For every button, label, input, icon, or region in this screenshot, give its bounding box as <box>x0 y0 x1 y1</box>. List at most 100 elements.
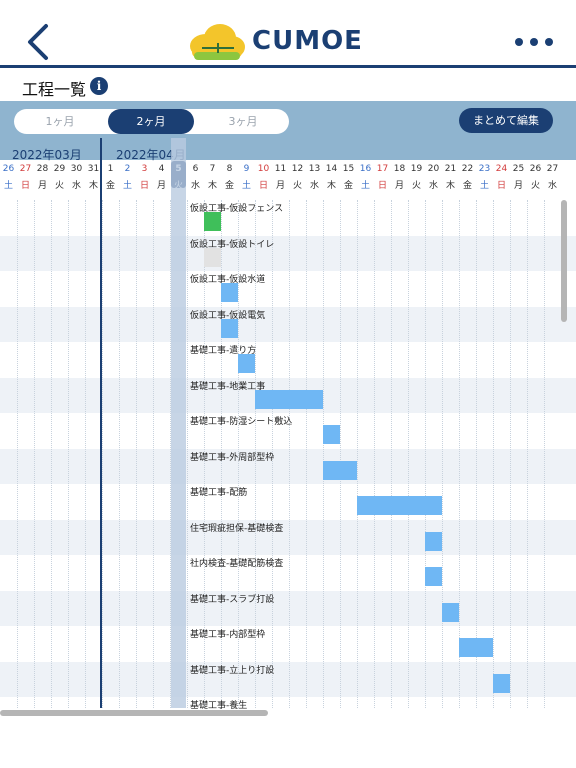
task-bar[interactable] <box>323 460 357 480</box>
task-bar[interactable] <box>204 247 221 267</box>
day-number: 30 <box>70 164 83 174</box>
weekday-label: 火 <box>411 181 421 191</box>
weekday-label: 日 <box>258 181 268 191</box>
weekday-label: 金 <box>224 181 234 191</box>
task-bar[interactable] <box>204 212 221 231</box>
day-number: 8 <box>226 164 233 174</box>
day-number: 29 <box>53 164 66 174</box>
gantt-row[interactable] <box>0 484 576 520</box>
info-icon[interactable]: i <box>90 77 108 95</box>
task-label[interactable]: 基礎工事-防湿シート敷込 <box>190 414 292 427</box>
horizontal-scrollbar[interactable] <box>0 710 268 716</box>
day-number: 4 <box>158 164 165 174</box>
weekday-label: 木 <box>207 181 217 191</box>
task-label[interactable]: 基礎工事-地業工事 <box>190 379 265 392</box>
more-menu-icon[interactable] <box>515 38 555 48</box>
grid-line <box>357 200 358 708</box>
day-number: 6 <box>192 164 199 174</box>
task-label[interactable]: 基礎工事-配筋 <box>190 485 247 498</box>
task-label[interactable]: 仮設工事-仮設トイレ <box>190 237 274 250</box>
task-bar[interactable] <box>238 354 255 373</box>
task-bar[interactable] <box>255 389 323 409</box>
gantt-row[interactable] <box>0 519 576 555</box>
weekday-label: 水 <box>190 181 200 191</box>
weekday-label: 月 <box>37 181 47 191</box>
grid-line <box>340 200 341 708</box>
grid-line <box>374 200 375 708</box>
task-label[interactable]: 基礎工事-立上り打設 <box>190 663 274 676</box>
day-number: 10 <box>257 164 270 174</box>
weekday-label: 金 <box>462 181 472 191</box>
gantt-row[interactable] <box>0 448 576 484</box>
task-label[interactable]: 基礎工事-内部型枠 <box>190 627 265 640</box>
gantt-grid <box>0 200 576 708</box>
gantt-row[interactable] <box>0 200 576 236</box>
weekday-label: 月 <box>156 181 166 191</box>
weekday-label: 土 <box>3 181 13 191</box>
weekday-label: 金 <box>105 181 115 191</box>
task-label[interactable]: 基礎工事-スラブ打設 <box>190 592 274 605</box>
grid-line <box>459 200 460 708</box>
gantt-row[interactable] <box>0 590 576 626</box>
grid-line <box>136 200 137 708</box>
weekday-label: 火 <box>292 181 302 191</box>
period-toolbar: 1ヶ月 2ヶ月 3ヶ月 まとめて編集 <box>0 101 576 138</box>
task-bar[interactable] <box>459 638 493 657</box>
day-number: 17 <box>376 164 389 174</box>
gantt-row[interactable] <box>0 306 576 342</box>
gantt-row[interactable] <box>0 555 576 591</box>
task-bar[interactable] <box>221 283 238 302</box>
weekday-label: 土 <box>479 181 489 191</box>
day-number: 21 <box>444 164 457 174</box>
gantt-row[interactable] <box>0 271 576 307</box>
page-title: 工程一覧 <box>22 80 87 99</box>
task-label[interactable]: 社内検査-基礎配筋検査 <box>190 556 283 569</box>
bulk-edit-button[interactable]: まとめて編集 <box>459 108 553 133</box>
task-bar[interactable] <box>221 318 238 338</box>
gantt-row[interactable] <box>0 661 576 697</box>
grid-line <box>425 200 426 708</box>
day-number: 27 <box>546 164 559 174</box>
grid-line <box>527 200 528 708</box>
weekday-label: 木 <box>445 181 455 191</box>
day-number: 26 <box>529 164 542 174</box>
task-bar[interactable] <box>357 496 442 515</box>
vertical-scrollbar[interactable] <box>561 200 567 322</box>
weekday-label: 木 <box>326 181 336 191</box>
task-bar[interactable] <box>425 531 442 551</box>
gantt-row[interactable] <box>0 235 576 271</box>
gantt-row[interactable] <box>0 697 576 708</box>
weekday-label: 金 <box>343 181 353 191</box>
grid-line <box>34 200 35 708</box>
task-bar[interactable] <box>425 567 442 586</box>
weekday-label: 月 <box>275 181 285 191</box>
back-chevron-icon[interactable] <box>24 22 52 62</box>
grid-line <box>476 200 477 708</box>
grid-line <box>408 200 409 708</box>
app-header: CUMOE <box>0 0 576 68</box>
day-number: 15 <box>342 164 355 174</box>
grid-line <box>85 200 86 708</box>
task-bar[interactable] <box>442 602 459 622</box>
segment-1-month[interactable]: 1ヶ月 <box>17 109 103 134</box>
grid-line <box>17 200 18 708</box>
weekday-label: 月 <box>513 181 523 191</box>
day-number: 27 <box>19 164 32 174</box>
segment-2-months[interactable]: 2ヶ月 <box>108 109 194 134</box>
date-header: 2022年03月 2022年04月 26 土 27 日 28 月 29 火 30 水 31 木 1 金 2 土… <box>0 138 576 200</box>
day-number: 23 <box>478 164 491 174</box>
day-number: 22 <box>461 164 474 174</box>
gantt-row[interactable] <box>0 342 576 378</box>
task-label[interactable]: 住宅瑕疵担保-基礎検査 <box>190 521 283 534</box>
task-label[interactable]: 基礎工事-外周部型枠 <box>190 450 274 463</box>
grid-line <box>442 200 443 708</box>
day-number: 25 <box>512 164 525 174</box>
grid-line <box>51 200 52 708</box>
task-bar[interactable] <box>323 425 340 444</box>
day-number: 26 <box>2 164 15 174</box>
cloud-logo-icon <box>190 24 245 60</box>
weekday-label: 日 <box>496 181 506 191</box>
day-number: 24 <box>495 164 508 174</box>
segment-3-months[interactable]: 3ヶ月 <box>200 109 286 134</box>
task-bar[interactable] <box>493 673 510 693</box>
